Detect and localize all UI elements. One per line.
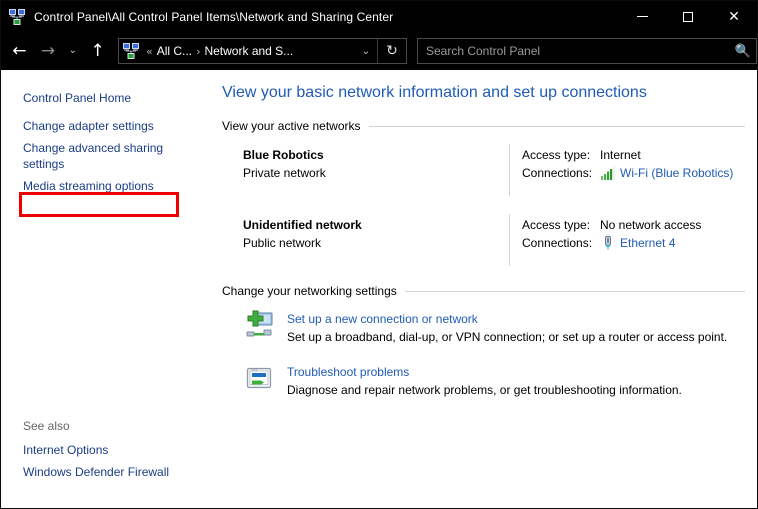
window-controls: ✕ (619, 1, 757, 32)
connections-label: Connections: (522, 166, 593, 180)
page-title: View your basic network information and … (222, 84, 647, 101)
content-area: Control Panel Home Change adapter settin… (1, 70, 757, 508)
ethernet-plug-icon (600, 235, 616, 251)
breadcrumb-separator-icon[interactable]: › (194, 45, 202, 58)
network-details: Access type: Internet Connections: Wi-Fi… (510, 144, 745, 182)
see-also-item-windows-defender-firewall[interactable]: Windows Defender Firewall (1, 461, 195, 483)
list-item[interactable]: Set up a new connection or network Set u… (243, 309, 745, 346)
table-row: Blue Robotics Private network Access typ… (243, 144, 745, 196)
network-sharing-center-icon (9, 8, 25, 25)
network-name: Unidentified network (243, 218, 362, 232)
networking-settings-list: Set up a new connection or network Set u… (222, 309, 745, 399)
access-type-value: No network access (600, 218, 702, 232)
network-type: Public network (243, 236, 322, 250)
sidebar-item-control-panel-home[interactable]: Control Panel Home (1, 87, 195, 109)
sidebar-item-change-adapter-settings[interactable]: Change adapter settings (1, 115, 195, 137)
row-spacer (243, 196, 745, 214)
setup-new-connection-link[interactable]: Set up a new connection or network (287, 310, 478, 328)
search-box[interactable]: 🔍 (416, 38, 757, 64)
see-also-title: See also (23, 419, 70, 433)
wifi-signal-icon (600, 165, 616, 181)
chevron-down-icon[interactable]: ⌄ (355, 46, 377, 57)
minimize-icon (636, 16, 648, 17)
sidebar: Control Panel Home Change adapter settin… (1, 70, 214, 508)
maximize-button[interactable] (665, 1, 711, 32)
network-identity: Unidentified network Public network (243, 214, 509, 252)
sidebar-item-change-advanced-sharing-settings[interactable]: Change advanced sharing settings (1, 137, 195, 175)
see-also-section: See also Internet Options Windows Defend… (1, 419, 214, 483)
main-panel: View your basic network information and … (214, 70, 757, 508)
access-type-row: Access type: No network access (522, 216, 745, 234)
forward-button[interactable]: → (34, 35, 63, 67)
heading-rule (368, 125, 745, 127)
access-type-label: Access type: (522, 148, 591, 162)
networking-settings-heading: Change your networking settings (222, 284, 745, 298)
breadcrumb-segment-network-and-sharing-center[interactable]: Network and S... (202, 44, 295, 58)
networking-settings-label: Change your networking settings (222, 284, 397, 298)
window-title: Control Panel\All Control Panel Items\Ne… (34, 9, 394, 24)
breadcrumb-overflow-icon[interactable]: « (144, 45, 155, 58)
sidebar-item-media-streaming-options[interactable]: Media streaming options (1, 175, 195, 197)
connections-row: Connections: Ethernet 4 (522, 234, 745, 252)
search-icon[interactable]: 🔍 (730, 44, 756, 59)
address-bar[interactable]: « All C... › Network and S... ⌄ ↻ (117, 38, 407, 64)
back-button[interactable]: ← (5, 35, 34, 67)
search-input[interactable] (417, 43, 730, 59)
setup-new-connection-description: Set up a broadband, dial-up, or VPN conn… (287, 330, 728, 344)
network-name: Blue Robotics (243, 148, 324, 162)
control-panel-window: Control Panel\All Control Panel Items\Ne… (0, 0, 758, 509)
see-also-item-internet-options[interactable]: Internet Options (1, 439, 195, 461)
active-networks-label: View your active networks (222, 119, 361, 133)
network-details: Access type: No network access Connectio… (510, 214, 745, 252)
connections-label: Connections: (522, 236, 593, 250)
access-type-row: Access type: Internet (522, 146, 745, 164)
network-identity: Blue Robotics Private network (243, 144, 509, 182)
maximize-icon (683, 11, 693, 22)
table-row: Unidentified network Public network Acce… (243, 214, 745, 266)
connections-row: Connections: Wi-Fi (Blue Robotics) (522, 164, 745, 182)
navigation-bar: ← → ⌄ ↑ « All C... › Network and S... ⌄ … (1, 32, 757, 70)
breadcrumb-segment-all-control-panel-items[interactable]: All C... (155, 44, 194, 58)
setting-text-block: Set up a new connection or network Set u… (287, 309, 727, 346)
recent-locations-button[interactable]: ⌄ (62, 35, 83, 67)
up-button[interactable]: ↑ (83, 35, 112, 67)
title-bar: Control Panel\All Control Panel Items\Ne… (1, 1, 757, 32)
access-type-value: Internet (600, 148, 641, 162)
network-type: Private network (243, 166, 326, 180)
active-networks-table: Blue Robotics Private network Access typ… (222, 144, 745, 266)
address-bar-icon (122, 43, 139, 59)
new-connection-icon (243, 310, 275, 342)
troubleshoot-icon (243, 363, 275, 395)
troubleshoot-problems-description: Diagnose and repair network problems, or… (287, 383, 682, 397)
connection-link-ethernet[interactable]: Ethernet 4 (620, 234, 675, 252)
connection-link-wifi[interactable]: Wi-Fi (Blue Robotics) (620, 164, 733, 182)
active-networks-heading: View your active networks (222, 119, 745, 133)
close-icon: ✕ (728, 8, 740, 25)
list-item[interactable]: Troubleshoot problems Diagnose and repai… (243, 362, 745, 399)
troubleshoot-problems-link[interactable]: Troubleshoot problems (287, 363, 409, 381)
minimize-button[interactable] (619, 1, 665, 32)
close-button[interactable]: ✕ (711, 1, 757, 32)
access-type-label: Access type: (522, 218, 591, 232)
refresh-icon[interactable]: ↻ (376, 39, 406, 63)
heading-rule (404, 290, 745, 292)
setting-text-block: Troubleshoot problems Diagnose and repai… (287, 362, 682, 399)
